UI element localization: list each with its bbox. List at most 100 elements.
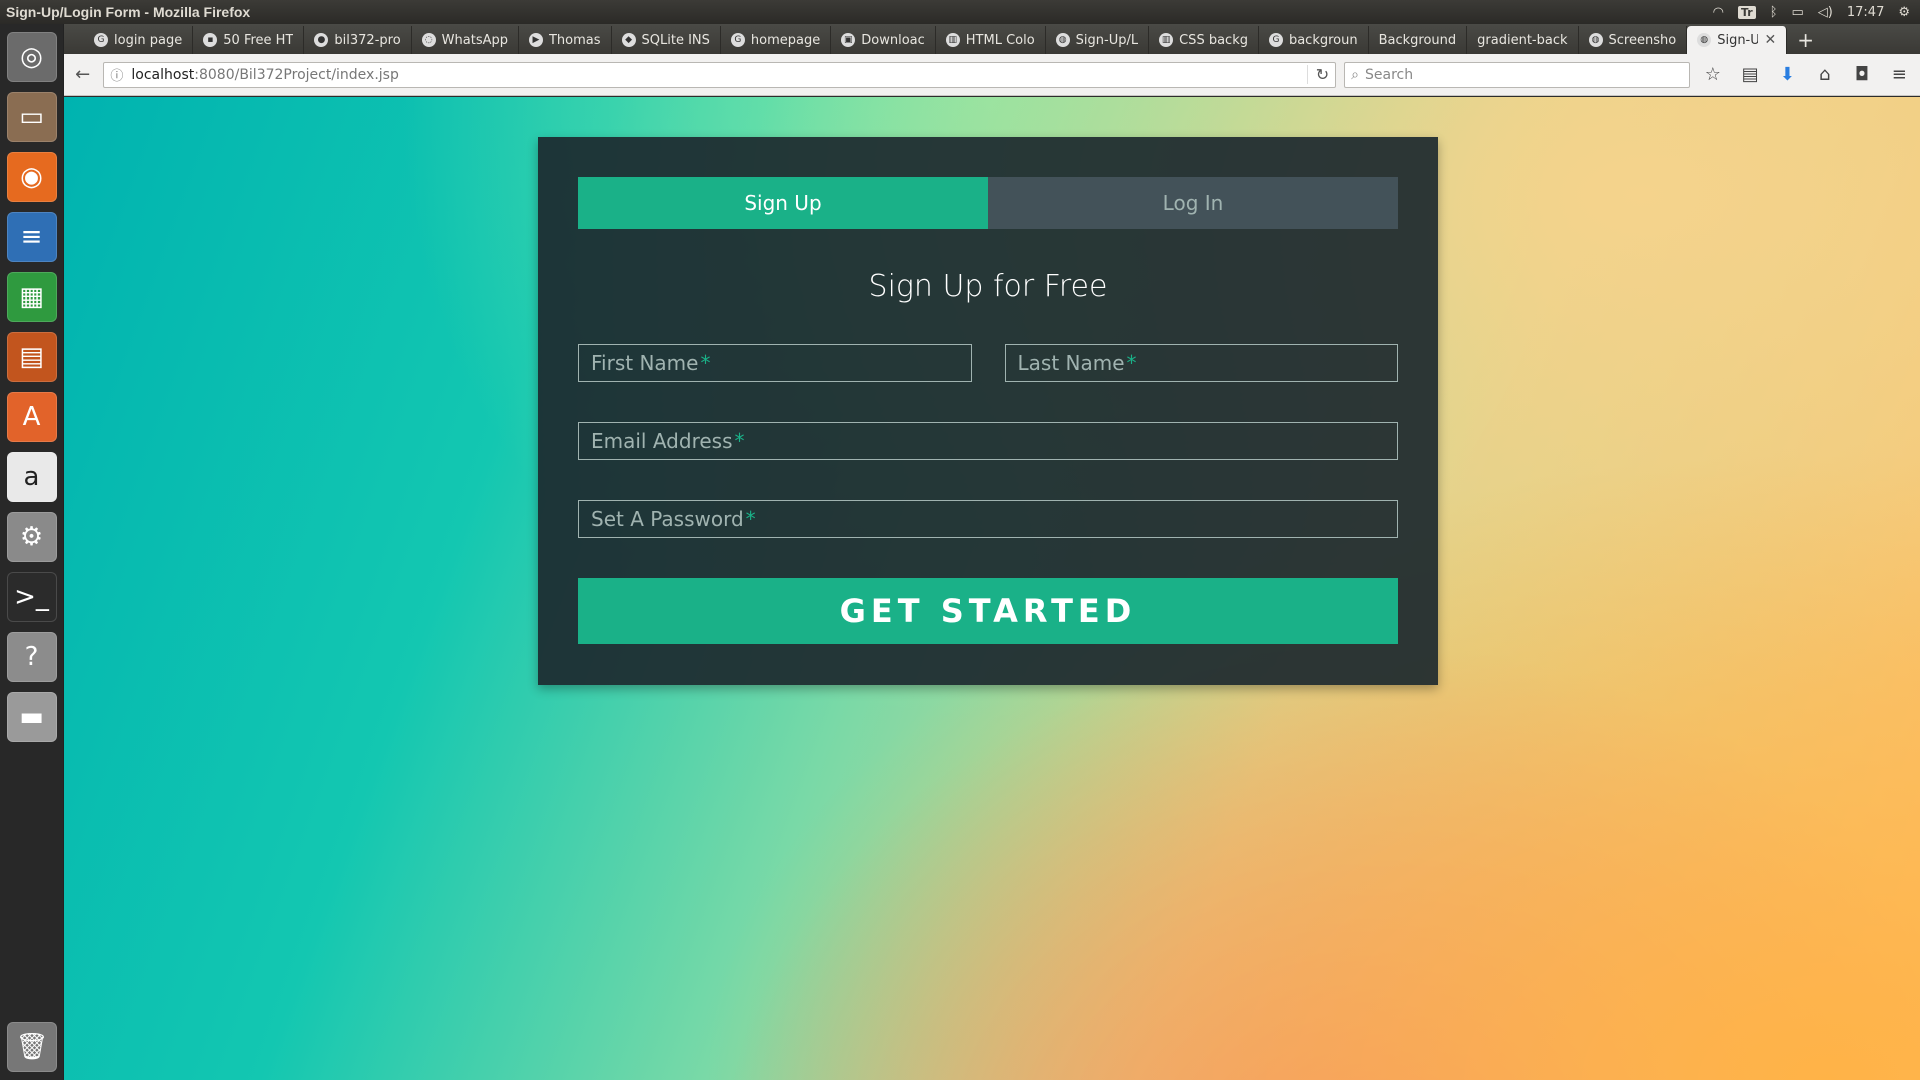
new-tab-plus-icon[interactable]: +: [1787, 26, 1824, 54]
favicon-icon: G: [730, 33, 745, 47]
tab-label: Background: [1378, 32, 1457, 48]
browser-tab-active[interactable]: ◍ Sign-Up ✕: [1687, 26, 1788, 54]
browser-tab[interactable]: Ghomepage: [721, 26, 832, 54]
tab-label: login page: [114, 32, 183, 48]
signup-form-card: Sign Up Log In Sign Up for Free First Na…: [538, 137, 1438, 685]
favicon-icon: ▥: [945, 33, 960, 47]
nav-bar: ← ⓘ localhost:8080/Bil372Project/index.j…: [64, 54, 1920, 96]
tab-label: CSS backg: [1179, 32, 1248, 48]
drive-icon[interactable]: ▬: [6, 692, 57, 742]
browser-tab[interactable]: ▥ CSS backg: [1149, 26, 1259, 54]
tab-bar: Glogin page ▪ 50 Free HT ● bil372-pro ◌ WhatsA…: [64, 24, 1920, 54]
tab-label: homepage: [750, 32, 821, 48]
browser-tab[interactable]: ◌ WhatsApp: [412, 26, 519, 54]
favicon-icon: ◍: [1055, 33, 1070, 47]
favicon-icon: ●: [314, 33, 329, 47]
download-icon[interactable]: ⬇: [1773, 60, 1802, 90]
calc-icon[interactable]: ▦: [6, 272, 57, 322]
window-title: Sign-Up/Login Form - Mozilla Firefox: [6, 4, 251, 20]
form-tabs: Sign Up Log In: [578, 177, 1398, 229]
amazon-icon[interactable]: a: [6, 452, 57, 502]
top-panel: Sign-Up/Login Form - Mozilla Firefox ◠ T…: [0, 0, 1920, 24]
trash-icon[interactable]: 🗑: [7, 1022, 57, 1072]
clock[interactable]: 17:47: [1847, 5, 1884, 20]
tab-label: Thomas: [548, 32, 601, 48]
tab-label: Downloac: [861, 32, 925, 48]
impress-icon[interactable]: ▤: [6, 332, 57, 382]
tab-label: 50 Free HT: [223, 32, 294, 48]
reload-icon[interactable]: ↻: [1306, 65, 1329, 84]
help-icon[interactable]: ?: [6, 632, 57, 682]
favicon-icon: G: [1268, 33, 1283, 47]
browser-tab[interactable]: ● bil372-pro: [304, 26, 412, 54]
tab-label: WhatsApp: [441, 32, 508, 48]
favicon-icon: ◌: [421, 33, 436, 47]
home-icon[interactable]: ⌂: [1810, 60, 1839, 90]
favicon-icon: ▥: [1159, 33, 1174, 47]
volume-icon[interactable]: ◁): [1818, 5, 1833, 20]
password-row: Set A Password *: [578, 500, 1398, 538]
browser-tab[interactable]: ◍ Sign-Up/L: [1046, 26, 1150, 54]
favicon-icon: G: [94, 33, 108, 47]
settings-icon[interactable]: ⚙: [6, 512, 57, 562]
tab-label: Sign-Up/L: [1075, 32, 1139, 48]
browser-tab[interactable]: ◍ Screensho: [1579, 26, 1688, 54]
browser-tab[interactable]: ▥ HTML Colo: [936, 26, 1046, 54]
favicon-icon: ▣: [841, 33, 856, 47]
tab-label: bil372-pro: [334, 32, 401, 48]
tab-label: gradient-back: [1477, 32, 1568, 48]
password-field[interactable]: Set A Password *: [578, 500, 1398, 538]
favicon-icon: ▪: [203, 33, 218, 47]
tab-sign-up[interactable]: Sign Up: [578, 177, 988, 229]
back-arrow-icon[interactable]: ←: [70, 62, 95, 88]
email-field[interactable]: Email Address *: [578, 422, 1398, 460]
browser-tab[interactable]: ▶ Thomas: [519, 26, 612, 54]
tab-label: backgroun: [1288, 32, 1358, 48]
indicators: ◠ Tr ᛒ ▭ ◁) 17:47 ⚙: [1713, 5, 1920, 20]
get-started-button[interactable]: GET STARTED: [578, 578, 1398, 644]
url-host: localhost: [131, 66, 195, 83]
battery-icon[interactable]: ▭: [1792, 5, 1804, 20]
email-row: Email Address *: [578, 422, 1398, 460]
power-gear-icon[interactable]: ⚙: [1898, 5, 1910, 20]
tab-label: SQLite INS: [641, 32, 710, 48]
bluetooth-icon[interactable]: ᛒ: [1770, 5, 1778, 20]
browser-tab[interactable]: Glogin page: [84, 26, 194, 54]
reading-list-icon[interactable]: ▤: [1736, 60, 1765, 90]
page-viewport: Sign Up Log In Sign Up for Free First Na…: [64, 97, 1920, 1080]
first-name-field[interactable]: First Name *: [578, 344, 972, 382]
tab-label: Sign-Up: [1717, 32, 1758, 48]
tab-label: Screensho: [1608, 32, 1677, 48]
software-center-icon[interactable]: A: [6, 392, 57, 442]
browser-tab[interactable]: Background: [1369, 26, 1468, 54]
keyboard-layout[interactable]: Tr: [1737, 5, 1756, 19]
firefox-icon[interactable]: ◉: [6, 152, 57, 202]
pocket-icon[interactable]: ◘: [1847, 60, 1876, 90]
search-placeholder: Search: [1365, 66, 1414, 83]
dash-icon[interactable]: ◎: [6, 32, 57, 82]
writer-icon[interactable]: ≡: [6, 212, 57, 262]
browser-tab[interactable]: Gbackgroun: [1259, 26, 1369, 54]
search-input[interactable]: ⌕ Search: [1344, 61, 1691, 88]
launcher: ◎ ▭ ◉ ≡ ▦ ▤ Aa ⚙ >_? ▬ 🗑: [0, 24, 64, 1080]
wifi-icon[interactable]: ◠: [1713, 5, 1724, 20]
favicon-icon: ◍: [1697, 33, 1712, 47]
info-icon[interactable]: ⓘ: [110, 65, 123, 84]
close-tab-icon[interactable]: ✕: [1764, 32, 1776, 48]
name-row: First Name * Last Name *: [578, 344, 1398, 382]
favicon-icon: ▶: [528, 33, 543, 47]
tab-log-in[interactable]: Log In: [988, 177, 1398, 229]
terminal-icon[interactable]: >_: [6, 572, 57, 622]
last-name-field[interactable]: Last Name *: [1004, 344, 1398, 382]
browser-tab[interactable]: ◆ SQLite INS: [612, 26, 721, 54]
browser-tab[interactable]: ▣ Downloac: [831, 26, 936, 54]
tab-label: HTML Colo: [965, 32, 1035, 48]
favicon-icon: ◍: [1588, 33, 1603, 47]
bookmark-star-icon[interactable]: ☆: [1698, 60, 1727, 90]
menu-icon[interactable]: ≡: [1885, 60, 1914, 90]
browser-tab[interactable]: gradient-back: [1467, 26, 1579, 54]
browser-tab[interactable]: ▪ 50 Free HT: [193, 26, 305, 54]
url-bar[interactable]: ⓘ localhost:8080/Bil372Project/index.jsp…: [103, 61, 1337, 88]
favicon-icon: ◆: [621, 33, 636, 47]
files-icon[interactable]: ▭: [6, 92, 57, 142]
